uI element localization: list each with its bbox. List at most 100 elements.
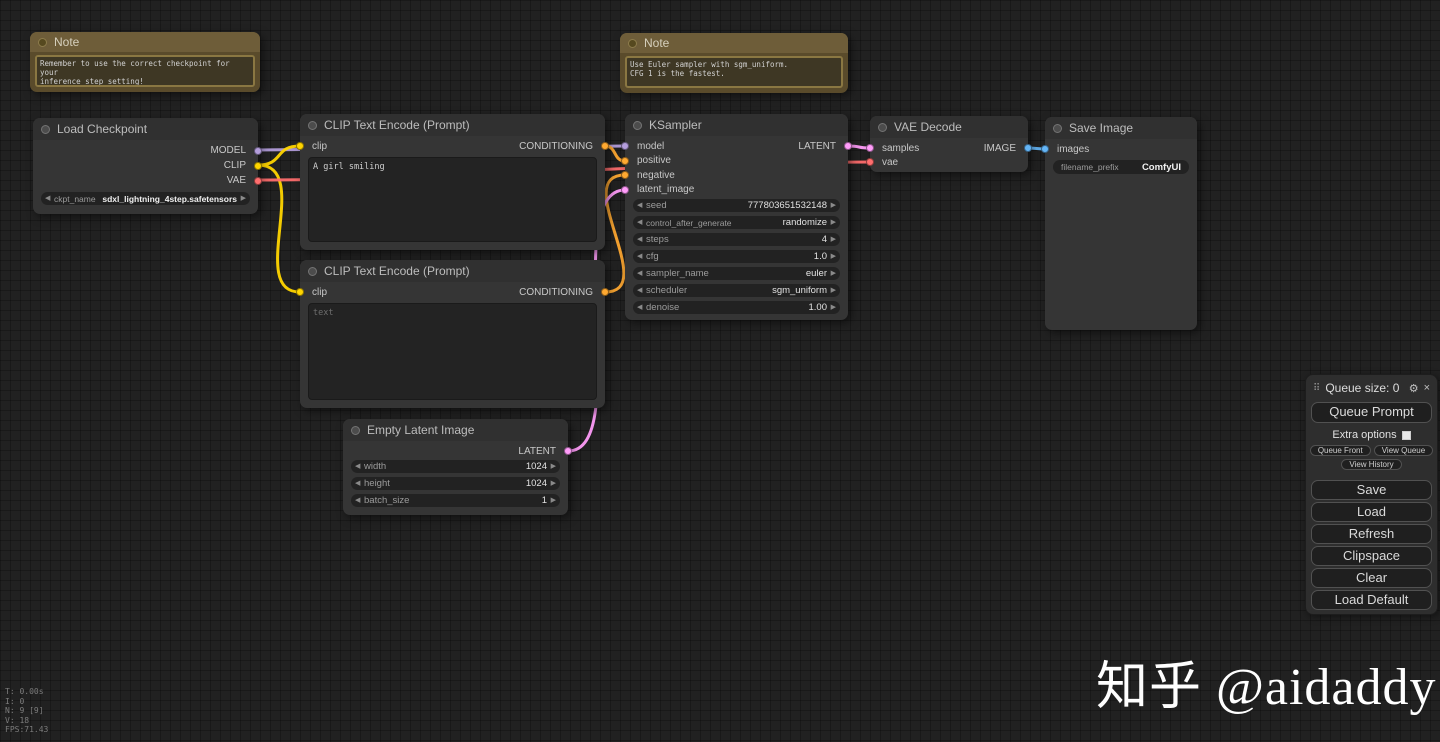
- note-textarea[interactable]: Use Euler sampler with sgm_uniform. CFG …: [625, 56, 843, 88]
- output-port-vae[interactable]: [254, 176, 262, 185]
- note-textarea[interactable]: Remember to use the correct checkpoint f…: [35, 55, 255, 87]
- input-port-clip[interactable]: [296, 142, 304, 150]
- widget-ckpt-name[interactable]: ◀ ckpt_name sdxl_lightning_4step.safeten…: [41, 192, 250, 205]
- node-ksampler[interactable]: KSampler LATENT model positive negative …: [621, 114, 852, 320]
- input-port-images[interactable]: [1041, 145, 1049, 153]
- collapse-dot-icon[interactable]: [878, 122, 887, 132]
- node-note-2[interactable]: Note Use Euler sampler with sgm_uniform.…: [620, 33, 848, 93]
- node-title-bar[interactable]: KSampler: [625, 114, 848, 136]
- node-clip-text-encode-negative[interactable]: CLIP Text Encode (Prompt) clip CONDITION…: [296, 260, 609, 408]
- increment-arrow-icon[interactable]: ▶: [831, 233, 836, 246]
- close-icon[interactable]: ×: [1424, 382, 1430, 394]
- output-port-clip[interactable]: [254, 161, 262, 170]
- comfy-menu-panel[interactable]: ⠿ Queue size: 0 ⚙ × Queue Prompt Extra o…: [1305, 374, 1438, 615]
- decrement-arrow-icon[interactable]: ◀: [637, 199, 642, 212]
- node-title-bar[interactable]: Note: [620, 33, 848, 53]
- output-port-conditioning[interactable]: [601, 288, 609, 296]
- collapse-dot-icon[interactable]: [1053, 123, 1062, 133]
- node-title-bar[interactable]: Load Checkpoint: [33, 118, 258, 140]
- node-title-bar[interactable]: CLIP Text Encode (Prompt): [300, 114, 605, 136]
- widget-width[interactable]: ◀ width 1024 ▶: [351, 460, 560, 473]
- prev-value-arrow-icon[interactable]: ◀: [45, 192, 50, 205]
- node-note-1[interactable]: Note Remember to use the correct checkpo…: [30, 32, 260, 92]
- widget-sampler-name[interactable]: ◀ sampler_name euler ▶: [633, 267, 840, 280]
- extra-options-checkbox[interactable]: [1401, 430, 1411, 440]
- widget-batch-size[interactable]: ◀ batch_size 1 ▶: [351, 494, 560, 507]
- clipspace-button[interactable]: Clipspace: [1311, 546, 1432, 566]
- node-empty-latent-image[interactable]: Empty Latent Image LATENT ◀ width 1024 ▶…: [343, 419, 572, 515]
- collapse-dot-icon[interactable]: [351, 425, 360, 435]
- next-value-arrow-icon[interactable]: ▶: [831, 284, 836, 297]
- node-vae-decode[interactable]: VAE Decode IMAGE samples vae: [866, 116, 1032, 172]
- node-clip-text-encode-positive[interactable]: CLIP Text Encode (Prompt) clip CONDITION…: [296, 114, 609, 250]
- widget-height[interactable]: ◀ height 1024 ▶: [351, 477, 560, 490]
- prompt-textarea[interactable]: text: [308, 303, 597, 400]
- widget-seed[interactable]: ◀ seed 777803651532148 ▶: [633, 199, 840, 212]
- prompt-textarea[interactable]: A girl smiling: [308, 157, 597, 242]
- widget-steps[interactable]: ◀ steps 4 ▶: [633, 233, 840, 246]
- collapse-dot-icon[interactable]: [628, 38, 637, 48]
- collapse-dot-icon[interactable]: [308, 120, 317, 130]
- collapse-dot-icon[interactable]: [38, 37, 47, 47]
- prev-value-arrow-icon[interactable]: ◀: [637, 284, 642, 297]
- node-load-checkpoint[interactable]: Load Checkpoint MODEL CLIP VAE ◀ ckpt_na…: [33, 118, 262, 214]
- widget-filename-prefix[interactable]: filename_prefix ComfyUI: [1053, 160, 1189, 174]
- widget-cfg[interactable]: ◀ cfg 1.0 ▶: [633, 250, 840, 263]
- input-port-negative[interactable]: [621, 171, 629, 180]
- decrement-arrow-icon[interactable]: ◀: [637, 250, 642, 263]
- decrement-arrow-icon[interactable]: ◀: [637, 301, 642, 314]
- view-history-button[interactable]: View History: [1341, 459, 1402, 470]
- refresh-button[interactable]: Refresh: [1311, 524, 1432, 544]
- extra-options-label: Extra options: [1332, 429, 1397, 441]
- output-port-model[interactable]: [254, 146, 262, 155]
- next-value-arrow-icon[interactable]: ▶: [241, 192, 246, 205]
- load-default-button[interactable]: Load Default: [1311, 590, 1432, 610]
- input-port-latent-image[interactable]: [621, 185, 629, 194]
- increment-arrow-icon[interactable]: ▶: [551, 494, 556, 507]
- input-port-model[interactable]: [621, 142, 629, 151]
- next-value-arrow-icon[interactable]: ▶: [831, 267, 836, 280]
- next-value-arrow-icon[interactable]: ▶: [831, 216, 836, 229]
- load-button[interactable]: Load: [1311, 502, 1432, 522]
- decrement-arrow-icon[interactable]: ◀: [355, 494, 360, 507]
- node-title-bar[interactable]: Save Image: [1045, 117, 1197, 139]
- node-title-bar[interactable]: VAE Decode: [870, 116, 1028, 138]
- input-port-clip[interactable]: [296, 288, 304, 296]
- increment-arrow-icon[interactable]: ▶: [831, 301, 836, 314]
- save-button[interactable]: Save: [1311, 480, 1432, 500]
- graph-canvas[interactable]: Note Remember to use the correct checkpo…: [0, 0, 1440, 742]
- input-label-model: model: [637, 140, 665, 152]
- prev-value-arrow-icon[interactable]: ◀: [637, 267, 642, 280]
- widget-denoise[interactable]: ◀ denoise 1.00 ▶: [633, 301, 840, 314]
- node-title-bar[interactable]: Note: [30, 32, 260, 52]
- output-port-latent[interactable]: [564, 447, 572, 455]
- input-port-vae[interactable]: [866, 158, 874, 166]
- widget-scheduler[interactable]: ◀ scheduler sgm_uniform ▶: [633, 284, 840, 297]
- increment-arrow-icon[interactable]: ▶: [831, 250, 836, 263]
- increment-arrow-icon[interactable]: ▶: [551, 460, 556, 473]
- node-title-bar[interactable]: Empty Latent Image: [343, 419, 568, 441]
- collapse-dot-icon[interactable]: [633, 120, 642, 130]
- output-port-conditioning[interactable]: [601, 142, 609, 150]
- collapse-dot-icon[interactable]: [41, 124, 50, 134]
- input-port-samples[interactable]: [866, 144, 874, 152]
- decrement-arrow-icon[interactable]: ◀: [355, 477, 360, 490]
- node-save-image[interactable]: Save Image images filename_prefix ComfyU…: [1041, 117, 1197, 330]
- increment-arrow-icon[interactable]: ▶: [831, 199, 836, 212]
- decrement-arrow-icon[interactable]: ◀: [355, 460, 360, 473]
- prev-value-arrow-icon[interactable]: ◀: [637, 216, 642, 229]
- view-queue-button[interactable]: View Queue: [1373, 445, 1434, 456]
- node-title-bar[interactable]: CLIP Text Encode (Prompt): [300, 260, 605, 282]
- queue-front-button[interactable]: Queue Front: [1309, 445, 1371, 456]
- decrement-arrow-icon[interactable]: ◀: [637, 233, 642, 246]
- collapse-dot-icon[interactable]: [308, 266, 317, 276]
- port-row: samples: [866, 141, 1028, 155]
- port-row: images: [1041, 142, 1197, 156]
- input-port-positive[interactable]: [621, 156, 629, 165]
- queue-prompt-button[interactable]: Queue Prompt: [1311, 402, 1432, 423]
- drag-handle-icon[interactable]: ⠿: [1313, 383, 1320, 394]
- widget-control-after-generate[interactable]: ◀ control_after_generate randomize ▶: [633, 216, 840, 229]
- increment-arrow-icon[interactable]: ▶: [551, 477, 556, 490]
- clear-button[interactable]: Clear: [1311, 568, 1432, 588]
- settings-gear-icon[interactable]: ⚙: [1409, 382, 1419, 395]
